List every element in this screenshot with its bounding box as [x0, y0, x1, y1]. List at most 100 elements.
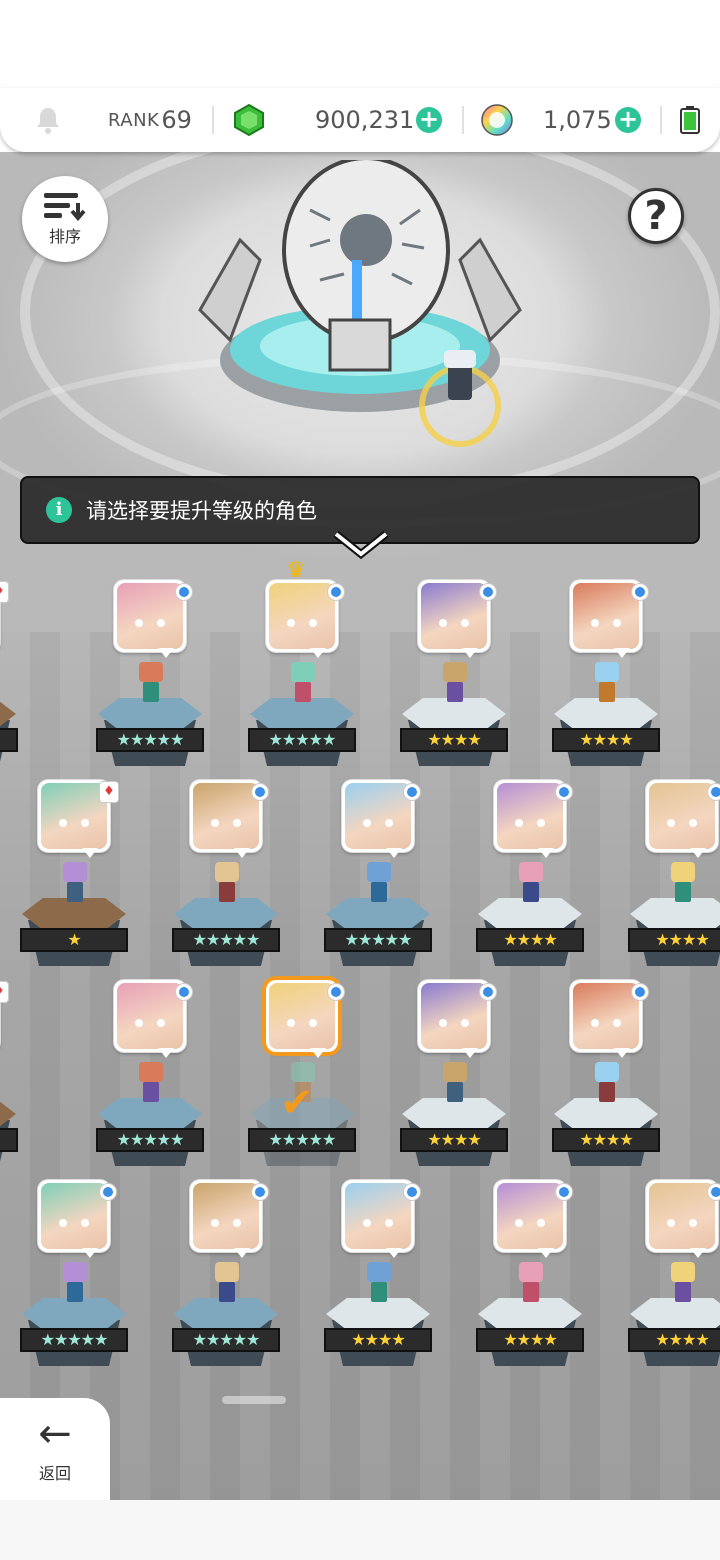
- sprite-body: [67, 882, 83, 902]
- sort-icon: [44, 193, 86, 221]
- hero-eye: [309, 619, 317, 627]
- speech-tail: [538, 1248, 554, 1258]
- hero-slot[interactable]: ★★★★: [552, 580, 686, 790]
- element-dot-icon: [328, 984, 344, 1000]
- speech-tail: [614, 648, 630, 658]
- plus-icon: +: [416, 107, 442, 133]
- back-arrow-icon: ←: [38, 1411, 72, 1457]
- hero-slot[interactable]: ★★★★: [628, 1180, 720, 1390]
- hero-face: [573, 583, 639, 649]
- star-rating: ★★★★: [628, 1328, 720, 1352]
- sprite-body: [219, 882, 235, 902]
- add-orb-button[interactable]: +: [615, 88, 641, 152]
- divider: [212, 106, 214, 134]
- hero-face: [649, 783, 715, 849]
- hero-slot[interactable]: ★★★★: [552, 980, 686, 1190]
- sprite-head: [367, 862, 391, 882]
- hero-sprite: [364, 1262, 394, 1308]
- back-button[interactable]: ← 返回: [0, 1398, 110, 1500]
- sprite-body: [219, 1282, 235, 1302]
- hero-face: [193, 1183, 259, 1249]
- sprite-body: [67, 1282, 83, 1302]
- hero-eye: [135, 619, 143, 627]
- sprite-body: [447, 1082, 463, 1102]
- sprite-body: [143, 682, 159, 702]
- hero-eye: [515, 1219, 523, 1227]
- sprite-body: [523, 1282, 539, 1302]
- hero-face: [41, 1183, 107, 1249]
- resource-bar: RANK 69 900,231 + 1,075 +: [0, 88, 720, 152]
- hero-slot[interactable]: ★★★★★: [172, 1180, 306, 1390]
- hero-eye: [81, 819, 89, 827]
- hero-eye: [211, 819, 219, 827]
- speech-tail: [310, 1048, 326, 1058]
- speech-tail: [234, 848, 250, 858]
- hero-slot[interactable]: ♦★: [0, 580, 44, 790]
- hero-slot[interactable]: ♦★: [20, 780, 154, 990]
- hero-slot[interactable]: ♦★: [0, 980, 44, 1190]
- hero-eye: [591, 619, 599, 627]
- hero-eye: [689, 819, 697, 827]
- hero-eye: [309, 1019, 317, 1027]
- sort-label: 排序: [48, 227, 81, 246]
- star-rating: ★★★★: [476, 928, 584, 952]
- sprite-body: [523, 882, 539, 902]
- orb-amount: 1,075: [543, 106, 612, 134]
- card-suit-icon: ♦: [0, 582, 8, 602]
- star-rating: ★★★★: [400, 1128, 508, 1152]
- hero-slot[interactable]: ★★★★: [324, 1180, 458, 1390]
- hero-face: [497, 783, 563, 849]
- hero-slot[interactable]: ♛ ★★★★★: [248, 558, 382, 790]
- hero-eye: [363, 819, 371, 827]
- hero-face: [117, 583, 183, 649]
- hero-slot[interactable]: ★★★★★: [96, 580, 230, 790]
- status-bar-area: [0, 0, 720, 88]
- speech-tail: [234, 1248, 250, 1258]
- speech-tail: [82, 848, 98, 858]
- hero-sprite: [592, 662, 622, 708]
- card-suit-icon: ♦: [0, 982, 8, 1002]
- hero-face: [269, 583, 335, 649]
- player-rank: RANK 69: [108, 88, 192, 152]
- hero-slot[interactable]: ★★★★★: [20, 1180, 154, 1390]
- hero-slot[interactable]: ✔ ★★★★★: [248, 980, 382, 1190]
- help-button[interactable]: ?: [628, 188, 684, 244]
- hero-eye: [591, 1019, 599, 1027]
- element-dot-icon: [252, 1184, 268, 1200]
- system-nav-bar: [0, 1500, 720, 1560]
- element-dot-icon: [708, 1184, 720, 1200]
- star-rating: ★★★★: [400, 728, 508, 752]
- sprite-head: [519, 1262, 543, 1282]
- hero-slot[interactable]: ★★★★★: [172, 780, 306, 990]
- hero-slot[interactable]: ★★★★★: [324, 780, 458, 990]
- speech-tail: [158, 1048, 174, 1058]
- hero-slot[interactable]: ★★★★★: [96, 980, 230, 1190]
- bell-icon[interactable]: [34, 88, 62, 152]
- hero-slot[interactable]: ★★★★: [400, 580, 534, 790]
- speech-tail: [462, 648, 478, 658]
- hero-eye: [59, 819, 67, 827]
- element-dot-icon: [328, 584, 344, 600]
- hero-slot[interactable]: ★★★★: [628, 780, 720, 990]
- hero-eye: [385, 819, 393, 827]
- sprite-head: [291, 662, 315, 682]
- hero-slot[interactable]: ★★★★: [476, 780, 610, 990]
- speech-tail: [690, 1248, 706, 1258]
- hero-eye: [363, 1219, 371, 1227]
- divider: [462, 106, 464, 134]
- sort-button[interactable]: 排序: [22, 176, 108, 262]
- speech-tail: [158, 648, 174, 658]
- chevron-down-icon[interactable]: [332, 528, 390, 560]
- sprite-head: [443, 1062, 467, 1082]
- speech-tail: [462, 1048, 478, 1058]
- star-rating: ★★★★: [552, 1128, 660, 1152]
- rank-label: RANK: [108, 109, 160, 131]
- hero-eye: [157, 1019, 165, 1027]
- hero-slot[interactable]: ★★★★: [476, 1180, 610, 1390]
- speech-tail: [386, 848, 402, 858]
- hero-face: [193, 783, 259, 849]
- speech-tail: [614, 1048, 630, 1058]
- hero-slot[interactable]: ★★★★: [400, 980, 534, 1190]
- sprite-head: [215, 862, 239, 882]
- add-gold-button[interactable]: +: [416, 88, 442, 152]
